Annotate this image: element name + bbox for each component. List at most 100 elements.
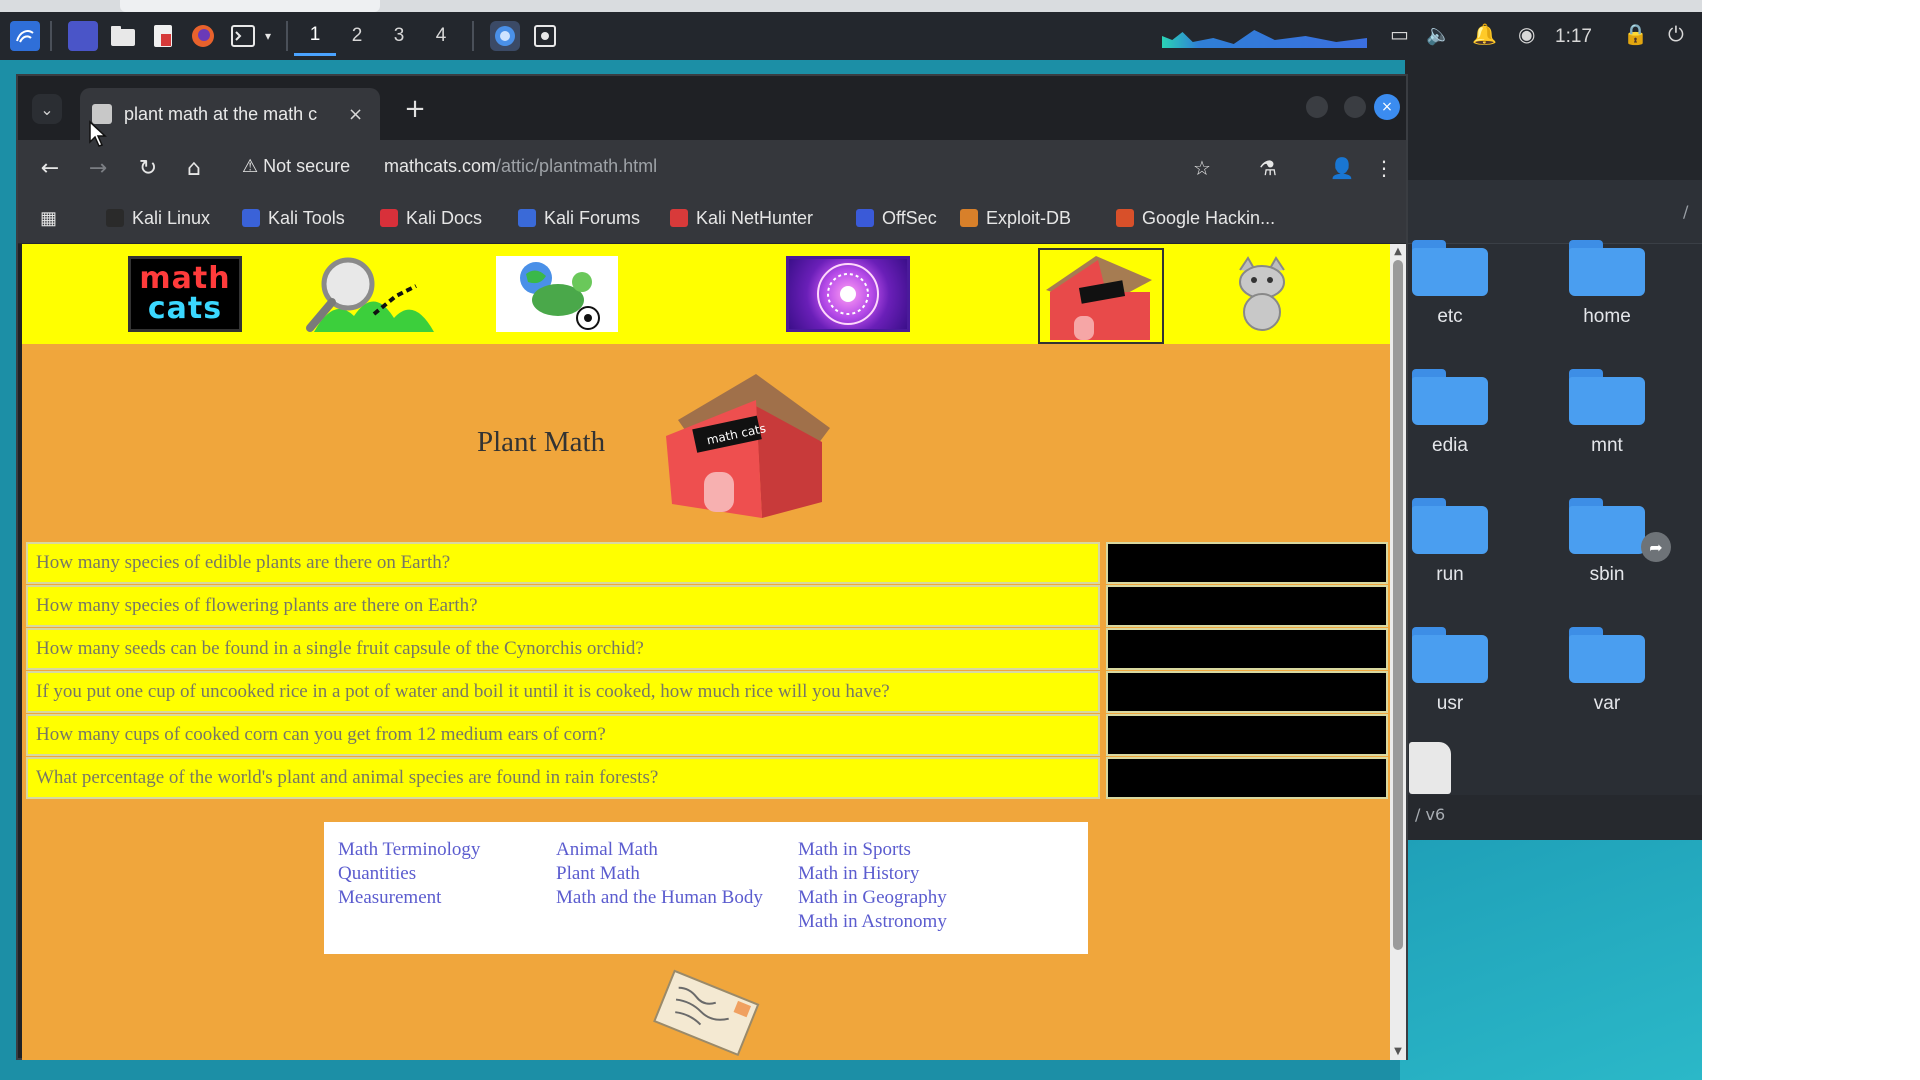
maximize-button[interactable] <box>1344 96 1366 118</box>
link-animal-math[interactable]: Animal Math <box>556 838 763 862</box>
workspace-4[interactable]: 4 <box>420 16 462 56</box>
answer-cell[interactable] <box>1106 671 1388 713</box>
browser-tab[interactable]: plant math at the math c × <box>80 88 380 140</box>
answer-cell[interactable] <box>1106 757 1388 799</box>
home-button[interactable]: ⌂ <box>178 152 210 184</box>
folder-icon <box>1412 498 1488 554</box>
folder-item[interactable]: mnt <box>1552 369 1662 457</box>
envelope-icon[interactable] <box>652 966 762 1056</box>
gray-cat-link[interactable] <box>1218 256 1304 332</box>
profile-icon[interactable]: 👤 <box>1326 152 1358 184</box>
back-button[interactable]: ← <box>34 152 66 184</box>
answer-cell[interactable] <box>1106 628 1388 670</box>
power-status-icon[interactable]: ◉ <box>1518 22 1535 46</box>
link-math-in-history[interactable]: Math in History <box>798 862 947 886</box>
table-row: What percentage of the world's plant and… <box>26 757 1388 799</box>
close-window-button[interactable]: × <box>1374 94 1400 120</box>
show-desktop-icon[interactable] <box>68 21 98 51</box>
workspace-1[interactable]: 1 <box>294 16 336 56</box>
scroll-down-icon[interactable]: ▼ <box>1390 1046 1406 1057</box>
link-math-in-sports[interactable]: Math in Sports <box>798 838 947 862</box>
text-editor-icon[interactable] <box>148 21 178 51</box>
bookmark-item[interactable]: Google Hackin... <box>1116 208 1275 229</box>
scrollbar-thumb[interactable] <box>1393 260 1403 950</box>
new-tab-button[interactable]: + <box>400 94 430 124</box>
questions-table: How many species of edible plants are th… <box>26 542 1388 800</box>
bookmark-label: Kali NetHunter <box>696 208 814 228</box>
reload-button[interactable]: ↻ <box>132 152 164 184</box>
file-icon[interactable] <box>1409 742 1451 794</box>
scroll-up-icon[interactable]: ▲ <box>1390 246 1406 257</box>
folder-icon: ➦ <box>1569 498 1671 562</box>
minimize-button[interactable] <box>1306 96 1328 118</box>
display-icon[interactable]: ▭ <box>1390 22 1409 46</box>
folder-item[interactable]: edia <box>1395 369 1505 457</box>
bookmark-label: OffSec <box>882 208 937 228</box>
kali-menu-icon[interactable] <box>10 21 40 51</box>
labs-flask-icon[interactable]: ⚗ <box>1252 152 1284 184</box>
folder-label: run <box>1436 564 1464 585</box>
firefox-icon[interactable] <box>188 21 218 51</box>
screenshot-task-icon[interactable] <box>530 21 560 51</box>
folder-item[interactable]: run <box>1395 498 1505 586</box>
bookmark-item[interactable]: Kali Linux <box>106 208 210 229</box>
edit-path-icon[interactable]: / <box>1683 202 1688 221</box>
file-manager-icon[interactable] <box>108 21 138 51</box>
hero-house-image: math cats <box>666 374 830 518</box>
explore-magnifier-link[interactable] <box>304 256 436 332</box>
link-math-terminology[interactable]: Math Terminology <box>338 838 480 862</box>
mandala-art-link[interactable] <box>786 256 910 332</box>
folder-item[interactable]: home <box>1552 240 1662 328</box>
tab-search-button[interactable]: ⌄ <box>32 94 62 124</box>
forward-button[interactable]: → <box>82 152 114 184</box>
turtle-soccer-link[interactable] <box>496 256 618 332</box>
bookmarks-bar: ▦ Kali Linux Kali Tools Kali Docs Kali Foru… <box>18 196 1406 244</box>
answer-cell[interactable] <box>1106 542 1388 584</box>
folder-item[interactable]: usr <box>1395 627 1505 715</box>
bookmark-item[interactable]: Kali Docs <box>380 208 482 229</box>
menu-kebab-icon[interactable]: ⋮ <box>1368 152 1400 184</box>
page-scrollbar[interactable]: ▲ ▼ <box>1390 244 1406 1060</box>
symlink-arrow-icon: ➦ <box>1641 532 1671 562</box>
house-attic-link[interactable] <box>1038 248 1164 344</box>
lock-icon[interactable]: 🔒 <box>1623 22 1648 46</box>
terminal-icon[interactable] <box>228 21 258 51</box>
file-manager-status: / v6 <box>1405 795 1702 840</box>
workspace-2[interactable]: 2 <box>336 16 378 56</box>
bookmark-item[interactable]: OffSec <box>856 208 937 229</box>
link-math-in-astronomy[interactable]: Math in Astronomy <box>798 910 947 934</box>
answer-cell[interactable] <box>1106 585 1388 627</box>
bookmark-item[interactable]: Exploit-DB <box>960 208 1071 229</box>
bookmark-label: Kali Docs <box>406 208 483 228</box>
answer-cell[interactable] <box>1106 714 1388 756</box>
folder-item[interactable]: ➦ sbin <box>1552 498 1671 586</box>
chromium-task-icon[interactable] <box>490 21 520 51</box>
clock[interactable]: 1:17 <box>1555 26 1592 48</box>
mathcats-logo-link[interactable]: math cats <box>128 256 242 332</box>
link-quantities[interactable]: Quantities <box>338 862 480 886</box>
table-row: How many seeds can be found in a single … <box>26 628 1388 670</box>
link-measurement[interactable]: Measurement <box>338 886 480 910</box>
apps-grid-icon[interactable]: ▦ <box>40 208 57 229</box>
power-icon[interactable]: ⏻ <box>1668 22 1684 46</box>
chevron-down-icon[interactable]: ▾ <box>260 21 276 51</box>
link-plant-math[interactable]: Plant Math <box>556 862 763 886</box>
bookmark-label: Exploit-DB <box>986 208 1072 228</box>
close-tab-icon[interactable]: × <box>348 104 363 125</box>
bookmark-item[interactable]: Kali Forums <box>518 208 640 229</box>
workspace-3[interactable]: 3 <box>378 16 420 56</box>
volume-icon[interactable]: 🔈 <box>1426 22 1451 46</box>
security-indicator[interactable]: ⚠ Not secure <box>242 156 350 177</box>
link-human-body[interactable]: Math and the Human Body <box>556 886 763 910</box>
logo-line1: math <box>139 261 231 296</box>
bookmark-item[interactable]: Kali Tools <box>242 208 345 229</box>
link-math-in-geography[interactable]: Math in Geography <box>798 886 947 910</box>
address-bar[interactable]: mathcats.com/attic/plantmath.html <box>384 156 657 177</box>
folder-item[interactable]: etc <box>1395 240 1505 328</box>
notification-bell-icon[interactable]: 🔔 <box>1472 22 1497 46</box>
taskbar-separator <box>286 21 288 51</box>
bookmark-item[interactable]: Kali NetHunter <box>670 208 813 229</box>
bookmark-star-icon[interactable]: ☆ <box>1186 152 1218 184</box>
folder-item[interactable]: var <box>1552 627 1662 715</box>
bookmark-label: Kali Linux <box>132 208 211 228</box>
